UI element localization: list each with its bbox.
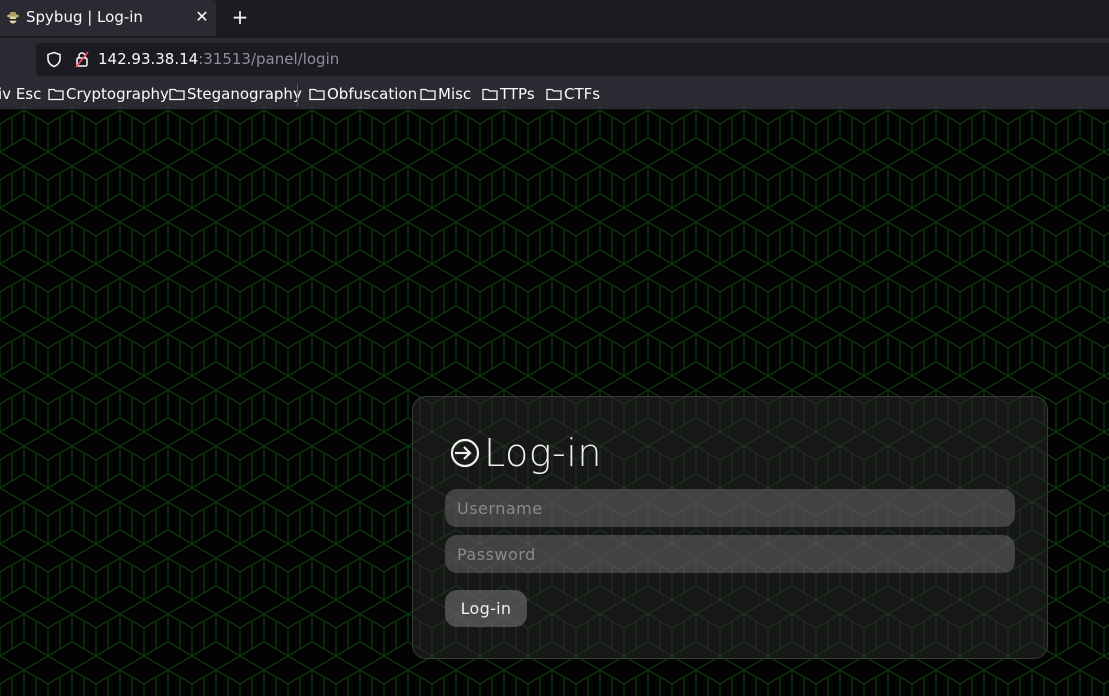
tab-spybug[interactable]: Spybug | Log-in ✕ bbox=[0, 0, 216, 36]
username-input[interactable] bbox=[445, 489, 1015, 527]
bookmark-cryptography[interactable]: Cryptography bbox=[48, 85, 169, 103]
login-arrow-icon bbox=[450, 438, 480, 468]
bookmark-label: Steganography bbox=[187, 85, 302, 103]
bookmark-ctfs[interactable]: CTFs bbox=[546, 85, 600, 103]
folder-icon bbox=[420, 88, 436, 101]
close-tab-icon[interactable]: ✕ bbox=[193, 8, 211, 26]
new-tab-icon[interactable]: + bbox=[229, 6, 251, 28]
bookmark-obfuscation[interactable]: Obfuscation bbox=[309, 85, 417, 103]
spy-favicon-icon bbox=[7, 12, 19, 24]
bookmarks-toolbar: iv Esc Cryptography Steganography Obfusc… bbox=[0, 80, 1109, 110]
folder-icon bbox=[169, 88, 185, 101]
insecure-lock-icon[interactable] bbox=[74, 51, 90, 68]
login-card: Log-in Log-in bbox=[412, 396, 1048, 659]
login-button[interactable]: Log-in bbox=[445, 590, 527, 627]
url-bar[interactable]: 142.93.38.14:31513/panel/login bbox=[36, 43, 1109, 76]
shield-icon[interactable] bbox=[46, 51, 62, 68]
bookmark-label: TTPs bbox=[500, 85, 535, 103]
folder-icon bbox=[546, 88, 562, 101]
login-heading: Log-in bbox=[449, 431, 602, 475]
password-input[interactable] bbox=[445, 535, 1015, 573]
bookmark-label: Cryptography bbox=[66, 85, 169, 103]
folder-icon bbox=[48, 88, 64, 101]
url-path: :31513/panel/login bbox=[198, 50, 340, 68]
url-text[interactable]: 142.93.38.14:31513/panel/login bbox=[98, 50, 339, 68]
bookmark-label: iv Esc bbox=[0, 85, 42, 103]
url-host: 142.93.38.14 bbox=[98, 50, 199, 68]
bookmark-ttps[interactable]: TTPs bbox=[482, 85, 535, 103]
bookmark-steganography[interactable]: Steganography bbox=[169, 85, 302, 103]
tab-strip: Spybug | Log-in ✕ + bbox=[0, 0, 1109, 38]
bookmark-separator bbox=[297, 84, 298, 106]
login-title: Log-in bbox=[484, 431, 602, 475]
bookmark-misc[interactable]: Misc bbox=[420, 85, 471, 103]
bookmark-label: Misc bbox=[438, 85, 472, 103]
navigation-bar: 142.93.38.14:31513/panel/login bbox=[0, 38, 1109, 80]
page-content: Log-in Log-in bbox=[0, 110, 1109, 696]
bookmark-priv-esc[interactable]: iv Esc bbox=[0, 85, 41, 103]
bookmark-label: CTFs bbox=[564, 85, 601, 103]
folder-icon bbox=[309, 88, 325, 101]
folder-icon bbox=[482, 88, 498, 101]
bookmark-label: Obfuscation bbox=[327, 85, 418, 103]
tab-title: Spybug | Log-in bbox=[26, 8, 143, 26]
